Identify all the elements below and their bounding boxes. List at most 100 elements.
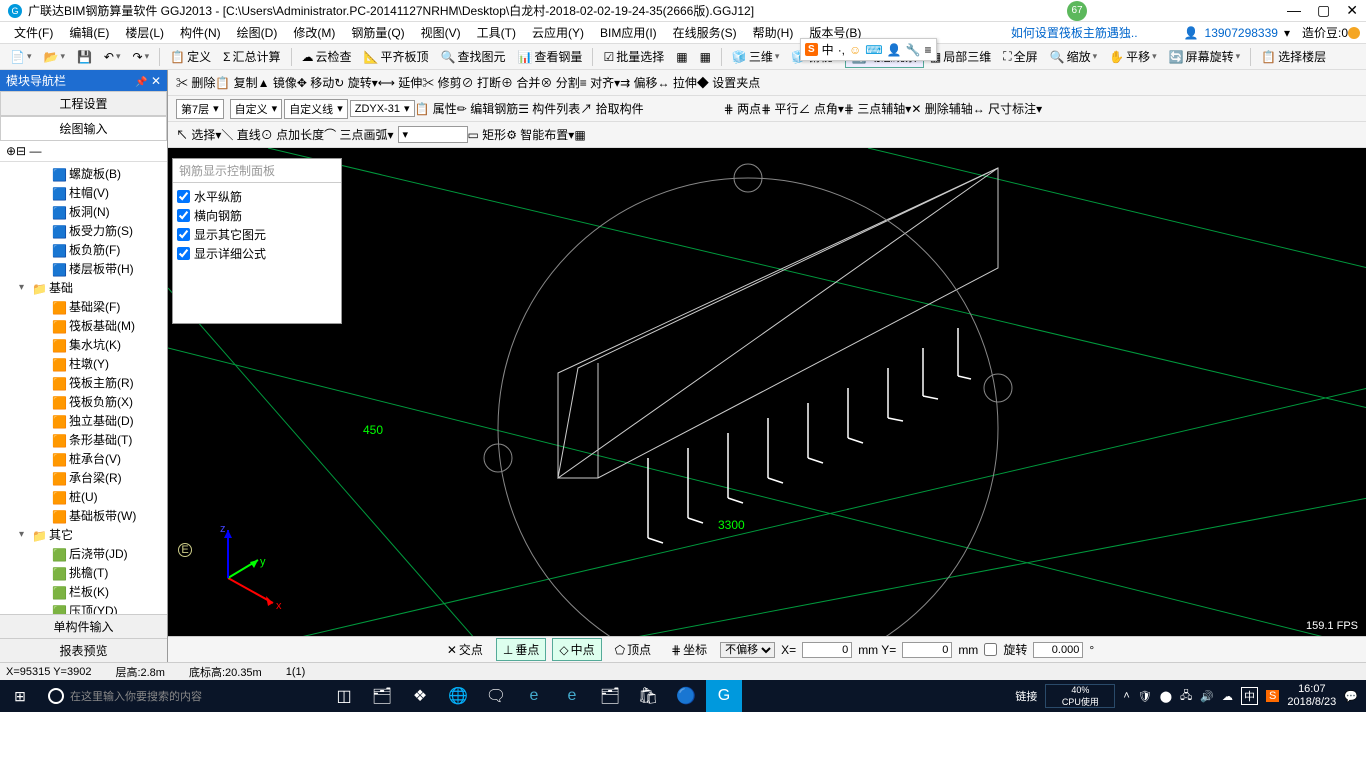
extend-button[interactable]: ⟷ 延伸 [378,74,423,91]
toolbar-extra1[interactable]: ▦ [670,48,693,66]
tree-item[interactable]: 🟧基础板带(W) [2,506,165,525]
snap-cross[interactable]: ✕ 交点 [440,638,490,661]
snap-top[interactable]: ⬠ 顶点 [608,638,658,661]
steel-display-panel[interactable]: 钢筋显示控制面板 水平纵筋 横向钢筋 显示其它图元 显示详细公式 [172,158,342,324]
close-button[interactable]: ✕ [1346,2,1358,19]
tree-item[interactable]: 🟦螺旋板(B) [2,164,165,183]
ime-user-icon[interactable]: 👤 [887,43,902,57]
offset-button[interactable]: ⇉ 偏移 [620,74,657,91]
pin-icon[interactable]: 📌 [135,77,147,88]
tree-item[interactable]: 🟧筏板主筋(R) [2,373,165,392]
hint-link[interactable]: 如何设置筏板主筋遇独.. [1005,24,1144,41]
menu-modify[interactable]: 修改(M) [285,24,343,41]
undo-button[interactable]: ↶▾ [98,48,127,66]
menu-component[interactable]: 构件(N) [172,24,229,41]
stretch-button[interactable]: ↔ 拉伸 [658,74,697,91]
tree-item[interactable]: 🟧柱墩(Y) [2,354,165,373]
tree-item[interactable]: 🟧筏板负筋(X) [2,392,165,411]
tree-item[interactable]: 🟧集水坑(K) [2,335,165,354]
align-button[interactable]: ≡ 对齐▾ [580,74,620,91]
snap-mid[interactable]: ◇ 中点 [552,638,601,661]
rect-button[interactable]: ▭ 矩形 [468,126,507,143]
ime-menu-icon[interactable]: ≡ [925,43,932,57]
maximize-button[interactable]: ▢ [1317,2,1330,19]
fullscreen-button[interactable]: ⛶ 全屏 [997,46,1043,67]
menu-help[interactable]: 帮助(H) [745,24,802,41]
zoom-button[interactable]: 🔍 缩放▾ [1044,46,1104,67]
menu-draw[interactable]: 绘图(D) [229,24,286,41]
menu-edit[interactable]: 编辑(E) [61,24,117,41]
redo-button[interactable]: ↷▾ [127,48,156,66]
menu-online[interactable]: 在线服务(S) [665,24,745,41]
app-1[interactable]: 🗂 [364,680,400,712]
tray-b-icon[interactable]: ⬤ [1160,690,1172,703]
editsteel-button[interactable]: ✏ 编辑钢筋 [457,100,518,117]
ime-keyboard-icon[interactable]: ⌨ [865,43,882,57]
app-6[interactable]: 🔵 [668,680,704,712]
category-select[interactable]: 自定义 ▾ [230,99,283,119]
flatroof-button[interactable]: 📐 平齐板顶 [358,46,435,67]
tray-ime-s[interactable]: S [1266,690,1279,702]
app-ie[interactable]: e [554,680,590,712]
line-button[interactable]: ＼ 直线 [221,126,260,143]
pan-button[interactable]: ✋ 平移▾ [1103,46,1163,67]
3d-button[interactable]: 🧊 三维▾ [726,46,786,67]
mirror-button[interactable]: ▲ 镜像 [258,74,297,91]
tree-item[interactable]: 🟧筏板基础(M) [2,316,165,335]
tree-item[interactable]: 🟧承台梁(R) [2,468,165,487]
collapse-icon[interactable]: — [29,144,41,158]
smart-button[interactable]: ⚙ 智能布置▾ [506,126,574,143]
rotate-check[interactable] [984,643,997,656]
app-explorer[interactable]: 🗂 [592,680,628,712]
offset-select[interactable]: 不偏移 [720,642,775,658]
ime-toolbar[interactable]: S 中 ·, ☺ ⌨ 👤 🔧 ≡ [800,38,937,61]
findimg-button[interactable]: 🔍 查找图元 [435,46,512,67]
ime-tool-icon[interactable]: 🔧 [906,43,921,57]
tab-report-preview[interactable]: 报表预览 [0,638,167,662]
select-button[interactable]: ↖ 选择▾ [176,126,221,143]
save-button[interactable]: 💾 [71,48,98,66]
user-dropdown-icon[interactable]: ▾ [1284,26,1290,40]
minimize-button[interactable]: — [1287,2,1301,19]
taskbar-search[interactable]: 在这里输入你要搜索的内容 [40,688,320,704]
screenrot-button[interactable]: 🔄 屏幕旋转▾ [1163,46,1247,67]
viewsteel-button[interactable]: 📊 查看钢量 [511,46,588,67]
tree-item[interactable]: 🟦板受力筋(S) [2,221,165,240]
sellayer-button[interactable]: 📋 选择楼层 [1255,46,1332,67]
ptlen-button[interactable]: ⊙ 点加长度 [261,126,324,143]
tree-item[interactable]: 🟧桩承台(V) [2,449,165,468]
parallel-button[interactable]: ⋕ 平行 [761,100,798,117]
start-button[interactable]: ⊞ [0,688,40,705]
cloud-badge[interactable]: 67 [1067,1,1087,21]
toolbar-extra2[interactable]: ▦ [694,48,717,66]
tray-net-icon[interactable]: 🖧 [1180,687,1192,706]
open-button[interactable]: 📂▾ [37,48,70,66]
tree-item[interactable]: ▾📁基础 [2,278,165,297]
app-4[interactable]: 🗨 [478,680,514,712]
sum-button[interactable]: Σ 汇总计算 [217,46,286,67]
menu-file[interactable]: 文件(F) [6,24,61,41]
pickcomp-button[interactable]: ↗ 拾取构件 [580,100,643,117]
snap-coord[interactable]: ⋕ 坐标 [664,638,714,661]
menu-floor[interactable]: 楼层(L) [117,24,172,41]
menu-steel[interactable]: 钢筋量(Q) [343,24,412,41]
setgrip-button[interactable]: ◆ 设置夹点 [697,74,760,91]
menu-tool[interactable]: 工具(T) [469,24,524,41]
tab-draw-input[interactable]: 绘图输入 [0,116,167,141]
trim-button[interactable]: ✂ 修剪 [422,74,461,91]
delaxis-button[interactable]: ✕ 删除辅轴 [911,100,972,117]
tree-item[interactable]: ▾📁其它 [2,525,165,544]
tree-item[interactable]: 🟧桩(U) [2,487,165,506]
split-button[interactable]: ⊗ 分割 [540,74,579,91]
ime-lang[interactable]: 中 [822,41,834,58]
draw-extra[interactable]: ▦ [574,128,585,142]
app-ggj[interactable]: G [706,680,742,712]
tree-item[interactable]: 🟩挑檐(T) [2,563,165,582]
menu-cloud[interactable]: 云应用(Y) [524,24,592,41]
ime-emoji-icon[interactable]: ☺ [849,43,861,57]
tree-item[interactable]: 🟦柱帽(V) [2,183,165,202]
batchsel-button[interactable]: ☑ 批量选择 [597,46,670,67]
copy-button[interactable]: 📋 复制 [215,74,257,91]
snap-vert[interactable]: ⊥ 垂点 [496,638,546,661]
tree-item[interactable]: 🟧基础梁(F) [2,297,165,316]
